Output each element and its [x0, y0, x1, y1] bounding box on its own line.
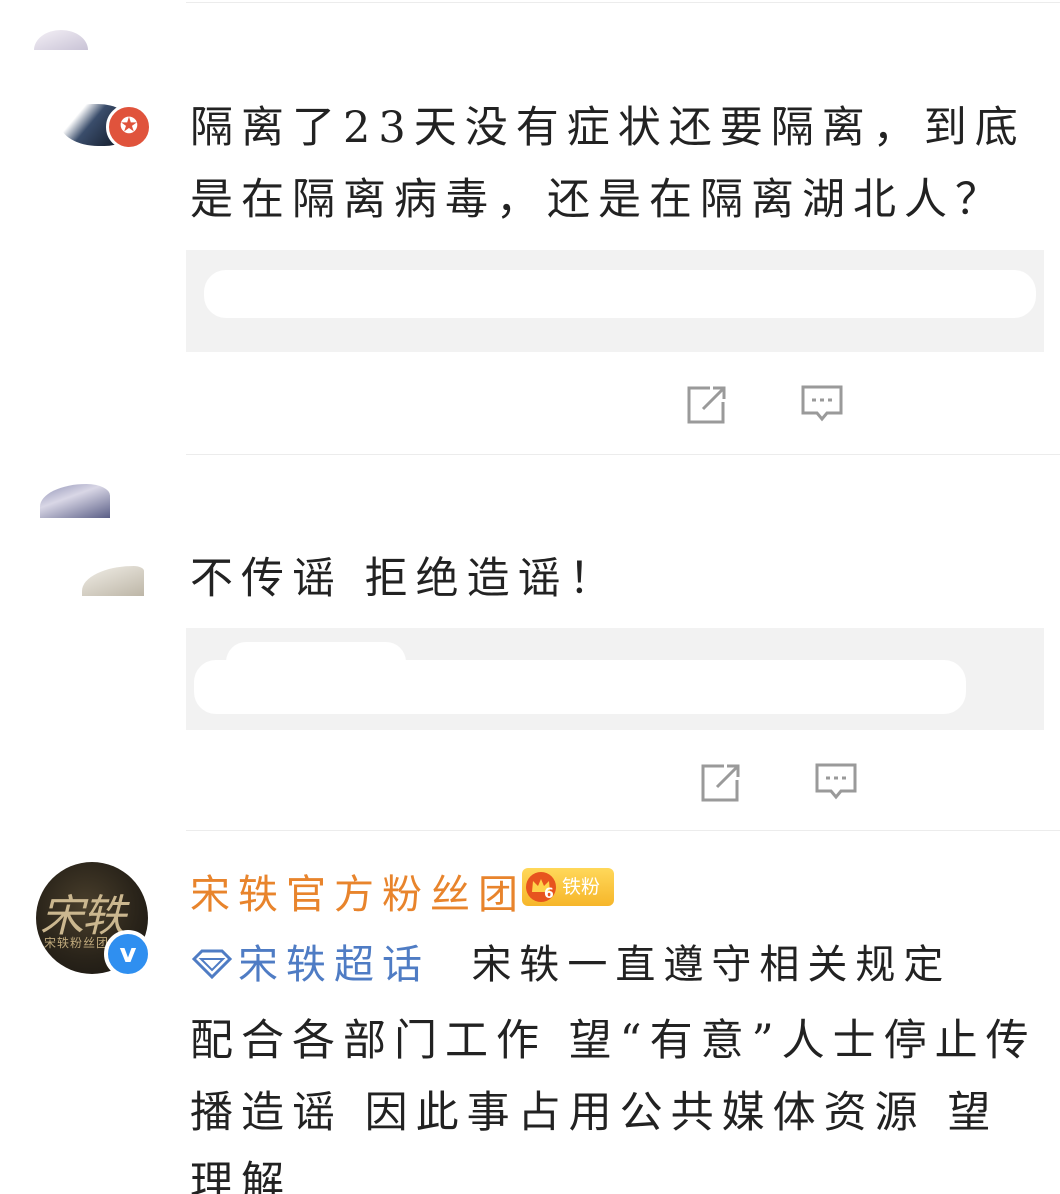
divider — [186, 2, 1060, 3]
fan-level: 6 — [544, 886, 554, 902]
fan-badge: 6 铁粉 — [522, 868, 614, 906]
redaction — [204, 270, 1036, 318]
post-text-line: 宋轶超话 宋轶一直遵守相关规定 — [190, 932, 951, 990]
post-text-line: 隔离了23天没有症状还要隔离，到底 — [190, 103, 1026, 153]
post-text-line: 配合各部门工作 望“有意”人士停止传 — [190, 1016, 1037, 1066]
quoted-content[interactable] — [186, 250, 1044, 352]
verified-icon: v — [104, 930, 152, 978]
topic-link[interactable]: 宋轶超话 — [238, 942, 430, 988]
divider — [186, 454, 1060, 455]
redaction — [226, 642, 406, 682]
avatar[interactable] — [82, 566, 144, 596]
comment-feed: ✪ 隔离了23天没有症状还要隔离，到底 是在隔离病毒，还是在隔离湖北人？ 不传谣… — [0, 0, 1060, 1194]
post-text-line: 是在隔离病毒，还是在隔离湖北人？ — [190, 175, 1006, 225]
avatar[interactable] — [34, 30, 88, 50]
post-text-line: 理解 — [190, 1158, 292, 1194]
post-text-line: 不传谣 拒绝造谣！ — [190, 554, 620, 604]
share-icon[interactable] — [700, 760, 744, 804]
rank-badge-icon: ✪ — [106, 104, 152, 150]
post-text-line: 播造谣 因此事占用公共媒体资源 望 — [190, 1088, 999, 1138]
username[interactable]: 宋轶官方粉丝团 — [190, 862, 526, 920]
divider — [186, 830, 1060, 831]
quoted-content[interactable] — [186, 628, 1044, 730]
post-text: 隔离了23天没有症状还要隔离，到底 是在隔离病毒，还是在隔离湖北人？ — [190, 92, 1026, 236]
post-text: 不传谣 拒绝造谣！ — [190, 543, 620, 615]
fan-badge-label: 铁粉 — [562, 876, 601, 898]
comment-icon[interactable] — [814, 760, 858, 804]
post-text: 宋轶一直遵守相关规定 — [471, 942, 952, 988]
comment-icon[interactable] — [800, 382, 844, 426]
avatar[interactable] — [40, 484, 110, 518]
share-icon[interactable] — [686, 382, 730, 426]
avatar-subtext: 宋轶粉丝团 — [44, 936, 110, 950]
diamond-icon — [191, 949, 233, 980]
